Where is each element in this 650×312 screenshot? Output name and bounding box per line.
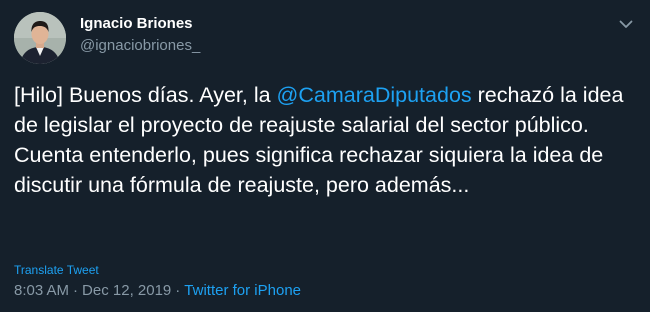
tweet-source-link[interactable]: Twitter for iPhone	[184, 282, 301, 299]
tweet-card: Ignacio Briones @ignaciobriones_ [Hilo] …	[0, 0, 650, 312]
tweet-time[interactable]: 8:03 AM	[14, 282, 69, 299]
tweet-metadata: 8:03 AM · Dec 12, 2019 · Twitter for iPhone	[14, 281, 301, 301]
avatar-image	[14, 12, 66, 64]
tweet-text: [Hilo] Buenos días. Ayer, la @CamaraDipu…	[14, 80, 639, 200]
tweet-date[interactable]: Dec 12, 2019	[82, 282, 171, 299]
mention-link[interactable]: @CamaraDiputados	[277, 83, 472, 107]
more-options-button[interactable]	[616, 14, 636, 34]
tweet-text-part: [Hilo] Buenos días. Ayer, la	[14, 83, 277, 107]
translate-tweet-link[interactable]: Translate Tweet	[14, 263, 99, 277]
separator: ·	[175, 282, 181, 299]
avatar[interactable]	[14, 12, 66, 64]
author-handle[interactable]: @ignaciobriones_	[80, 36, 200, 56]
author-name[interactable]: Ignacio Briones	[80, 14, 200, 34]
author-info: Ignacio Briones @ignaciobriones_	[80, 14, 200, 56]
separator: ·	[73, 282, 79, 299]
chevron-down-icon	[619, 20, 633, 28]
